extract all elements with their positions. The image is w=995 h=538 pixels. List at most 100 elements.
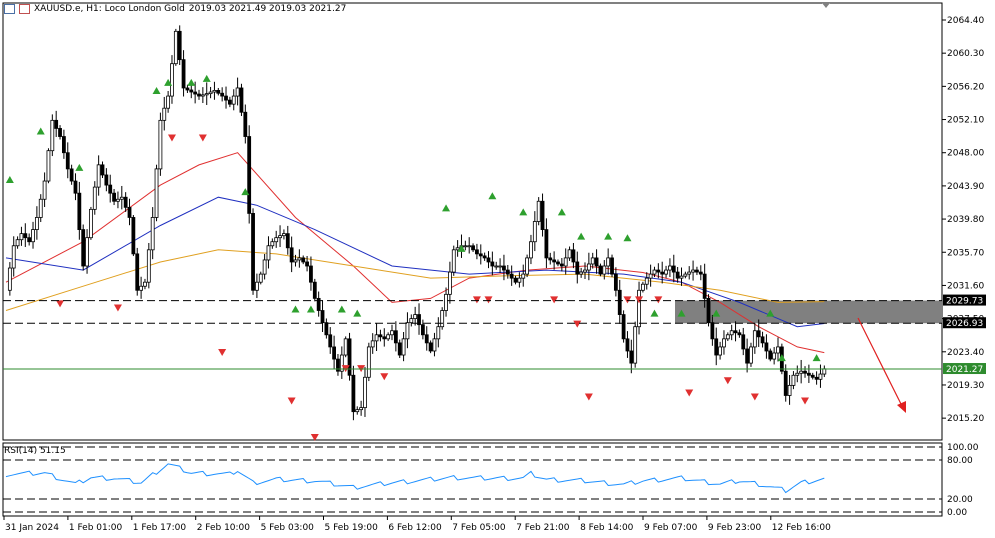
candle-body [783,370,788,396]
current-price-tag: 2021.27 [946,365,983,375]
chart-frame [2,2,943,517]
candle-body [409,318,414,324]
candle-body [432,338,437,352]
candle-body [552,259,557,263]
candle-body [378,334,383,338]
candle-body [494,265,499,268]
candle-body [818,373,823,380]
candle-body [146,249,151,283]
price-chart[interactable]: 2064.40 2060.30 2056.20 2052.10 2048.00 2043.… [0,0,995,538]
candle-body [583,269,587,273]
candle-body [58,128,62,137]
candle-body [698,271,703,275]
candle-body [239,87,244,113]
candle-body [652,269,657,275]
candle-body [347,338,352,376]
fractal-down-marker [573,320,582,328]
candle-body [46,150,51,182]
candle-body [227,99,232,105]
price-tick-label: 2064.40 [947,16,984,26]
candle-body [363,376,367,409]
candle-body [525,257,529,275]
candle-body [668,265,672,271]
candle-body [613,273,618,291]
price-tick-label: 2039.80 [947,215,984,225]
candle-body [745,348,750,364]
fractal-down-marker [723,377,732,385]
candle-body [772,352,777,360]
price-tick-label: 2048.00 [947,149,984,159]
candle-body [675,271,680,279]
fractal-up-marker [187,78,196,86]
candle-body [158,119,163,170]
rsi-tick-label: 80.00 [947,456,973,466]
candle-body [571,249,576,263]
candle-body [451,249,456,273]
candle-body [19,233,24,241]
fractal-down-marker [56,300,65,308]
candle-body [31,229,35,243]
candle-body [293,259,298,263]
candle-body [96,164,101,188]
time-tick-label: 7 Feb 05:00 [452,523,506,533]
candle-body [309,265,313,283]
fractal-up-marker [152,87,161,95]
fractal-up-marker [337,305,346,313]
candle-body [220,92,225,97]
candle-body [540,200,545,230]
candle-body [185,87,190,91]
candle-body [247,136,252,214]
candle-body [644,277,649,285]
price-tick-label: 2056.20 [947,82,984,92]
candle-body [741,334,746,350]
candle-body [776,346,780,354]
candle-body [285,233,290,249]
candle-body [733,330,738,334]
candle-body [382,336,387,340]
candle-body [563,257,568,267]
candle-body [11,245,16,269]
candle-body [594,257,599,267]
candle-body [590,257,595,265]
fractal-up-marker [623,234,632,242]
candle-body [282,233,286,237]
candle-body [92,186,97,210]
candle-body [162,107,167,121]
fractal-up-marker [577,232,586,240]
candle-body [243,111,248,137]
candle-body [258,273,263,283]
candle-body [266,245,271,261]
candle-body [401,338,406,356]
candle-body [687,271,692,275]
candle-body [104,174,109,186]
candle-body [324,322,329,336]
candle-body [610,257,614,275]
candle-body [405,322,410,340]
fractal-up-marker [442,204,451,212]
candle-body [768,350,773,360]
candle-body [370,340,375,348]
candle-body [502,265,506,271]
candle-body [189,89,194,93]
candle-body [714,338,719,356]
rsi-panel: 100.00 80.00 20.00 0.00 [3,443,979,518]
candle-body [691,269,695,273]
fractal-up-marker [353,309,362,317]
candle-body [305,261,309,267]
candle-body [69,168,74,182]
candle-body [301,257,306,263]
candle-body [54,119,59,129]
candle-body [795,372,800,376]
candle-body [278,235,282,239]
candle-body [428,342,433,352]
fractal-down-marker [584,393,593,401]
candle-body [143,281,147,287]
lower-level-tag: 2026.93 [946,319,983,329]
candle-body [15,239,20,247]
fractal-up-marker [202,74,211,82]
candle-body [135,253,140,291]
rsi-panel-border [2,442,943,517]
candle-body [509,273,514,279]
candle-body [62,136,66,154]
fractal-down-marker [801,397,810,405]
